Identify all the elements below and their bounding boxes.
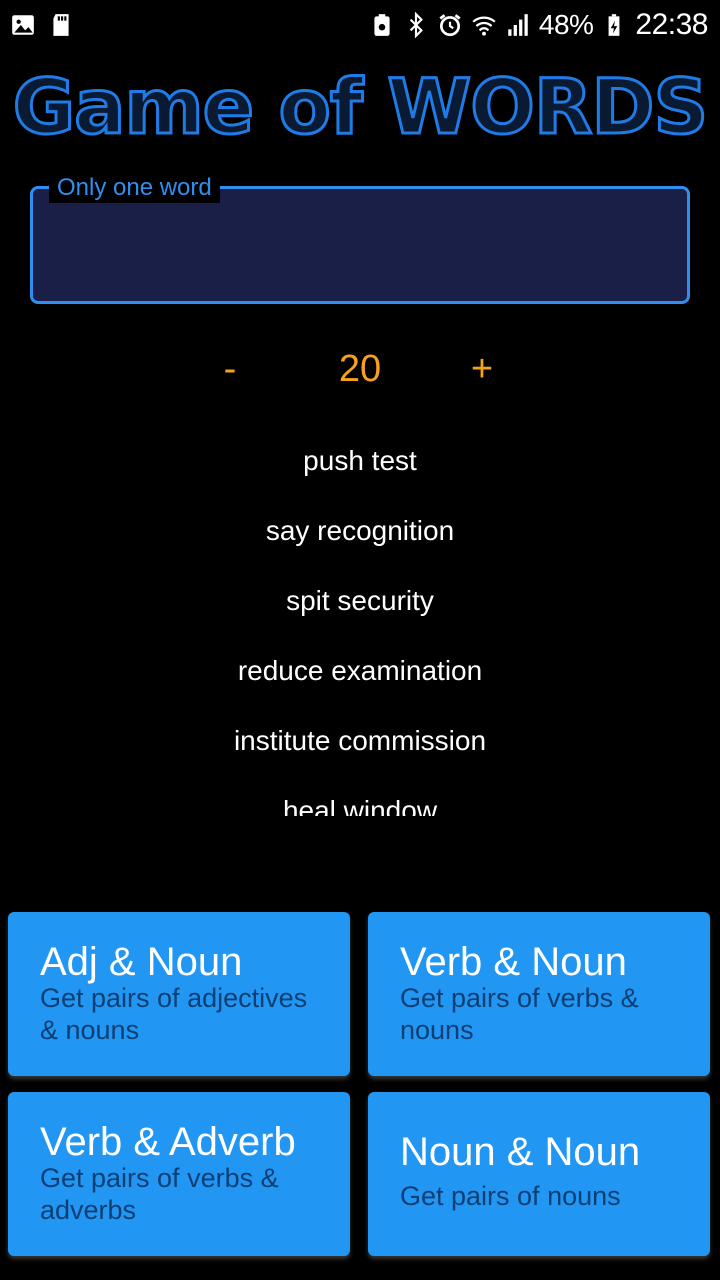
verb-noun-button[interactable]: Verb & Noun Get pairs of verbs & nouns <box>368 912 710 1076</box>
status-right: 48% 22:38 <box>369 8 708 42</box>
increment-button[interactable]: + <box>452 340 512 400</box>
word-input-label: Only one word <box>49 173 220 203</box>
adj-noun-button[interactable]: Adj & Noun Get pairs of adjectives & nou… <box>8 912 350 1076</box>
app-title: Game of WORDS <box>11 61 709 153</box>
bluetooth-icon <box>403 12 429 38</box>
word-input[interactable] <box>53 229 667 281</box>
list-item: say recognition <box>265 515 455 546</box>
alarm-icon <box>437 12 463 38</box>
card-subtitle: Get pairs of verbs & adverbs <box>40 1163 279 1225</box>
count-value: 20 <box>338 348 382 390</box>
verb-adverb-button[interactable]: Verb & Adverb Get pairs of verbs & adver… <box>8 1092 350 1256</box>
list-item: spit security <box>286 585 434 616</box>
word-input-field[interactable]: Only one word <box>30 173 690 304</box>
card-subtitle: Get pairs of verbs & nouns <box>400 983 639 1045</box>
wifi-icon <box>471 12 497 38</box>
card-title: Verb & Noun <box>400 940 627 984</box>
image-icon <box>10 12 36 38</box>
card-subtitle: Get pairs of adjectives & nouns <box>40 983 308 1045</box>
battery-percent: 48% <box>538 9 594 40</box>
results-list[interactable]: push test say recognition spit security … <box>0 426 720 816</box>
list-item: heal window <box>282 795 438 816</box>
card-title: Noun & Noun <box>400 1130 641 1174</box>
card-title: Adj & Noun <box>40 940 243 984</box>
count-stepper: - 20 + <box>0 340 720 400</box>
card-title: Verb & Adverb <box>40 1120 296 1164</box>
battery-icon <box>601 12 627 38</box>
signal-icon <box>505 12 531 38</box>
list-item: institute commission <box>233 725 487 756</box>
clock: 22:38 <box>635 8 708 41</box>
noun-noun-button[interactable]: Noun & Noun Get pairs of nouns <box>368 1092 710 1256</box>
recycle-battery-icon <box>369 12 395 38</box>
list-item: reduce examination <box>237 655 483 686</box>
screen: 48% 22:38 Game of WORDS Only one word - … <box>0 0 720 1280</box>
status-bar: 48% 22:38 <box>0 0 720 50</box>
sd-card-icon <box>48 12 74 38</box>
list-item: push test <box>303 445 417 476</box>
status-left <box>10 12 74 38</box>
card-subtitle: Get pairs of nouns <box>400 1181 621 1211</box>
decrement-button[interactable]: - <box>200 340 260 400</box>
